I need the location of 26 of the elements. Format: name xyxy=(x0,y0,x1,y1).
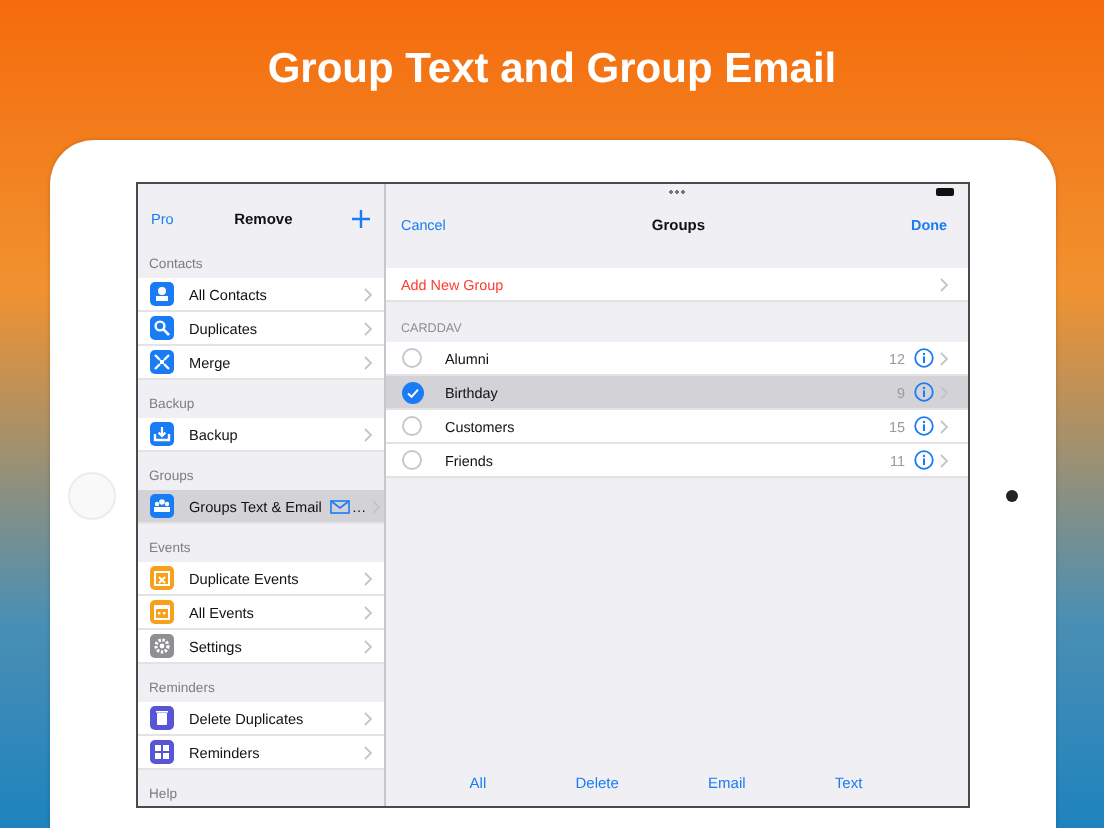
info-icon[interactable] xyxy=(913,416,933,436)
checkbox[interactable] xyxy=(401,416,421,436)
camera-icon xyxy=(1006,489,1018,501)
info-icon[interactable] xyxy=(913,348,933,368)
checkbox[interactable] xyxy=(401,348,421,368)
chevron-icon xyxy=(939,419,947,433)
chevron-icon xyxy=(363,639,371,653)
chevron-icon xyxy=(363,287,371,301)
checkbox[interactable] xyxy=(401,450,421,470)
battery-icon xyxy=(935,188,953,196)
info-icon[interactable] xyxy=(913,382,933,402)
chevron-icon xyxy=(363,321,371,335)
chevron-icon xyxy=(363,427,371,441)
chevron-icon xyxy=(363,711,371,725)
headline: Group Text and Group Email xyxy=(267,46,837,94)
chevron-icon xyxy=(363,355,371,369)
chevron-icon xyxy=(363,571,371,585)
checkbox[interactable] xyxy=(401,381,423,403)
drag-handle-icon[interactable] xyxy=(667,190,685,194)
info-icon[interactable] xyxy=(913,450,933,470)
chevron-icon xyxy=(939,277,947,291)
chevron-icon xyxy=(363,605,371,619)
chevron-icon xyxy=(939,351,947,365)
chevron-icon xyxy=(939,453,947,467)
add-icon[interactable] xyxy=(352,209,371,227)
chevron-icon xyxy=(363,745,371,759)
